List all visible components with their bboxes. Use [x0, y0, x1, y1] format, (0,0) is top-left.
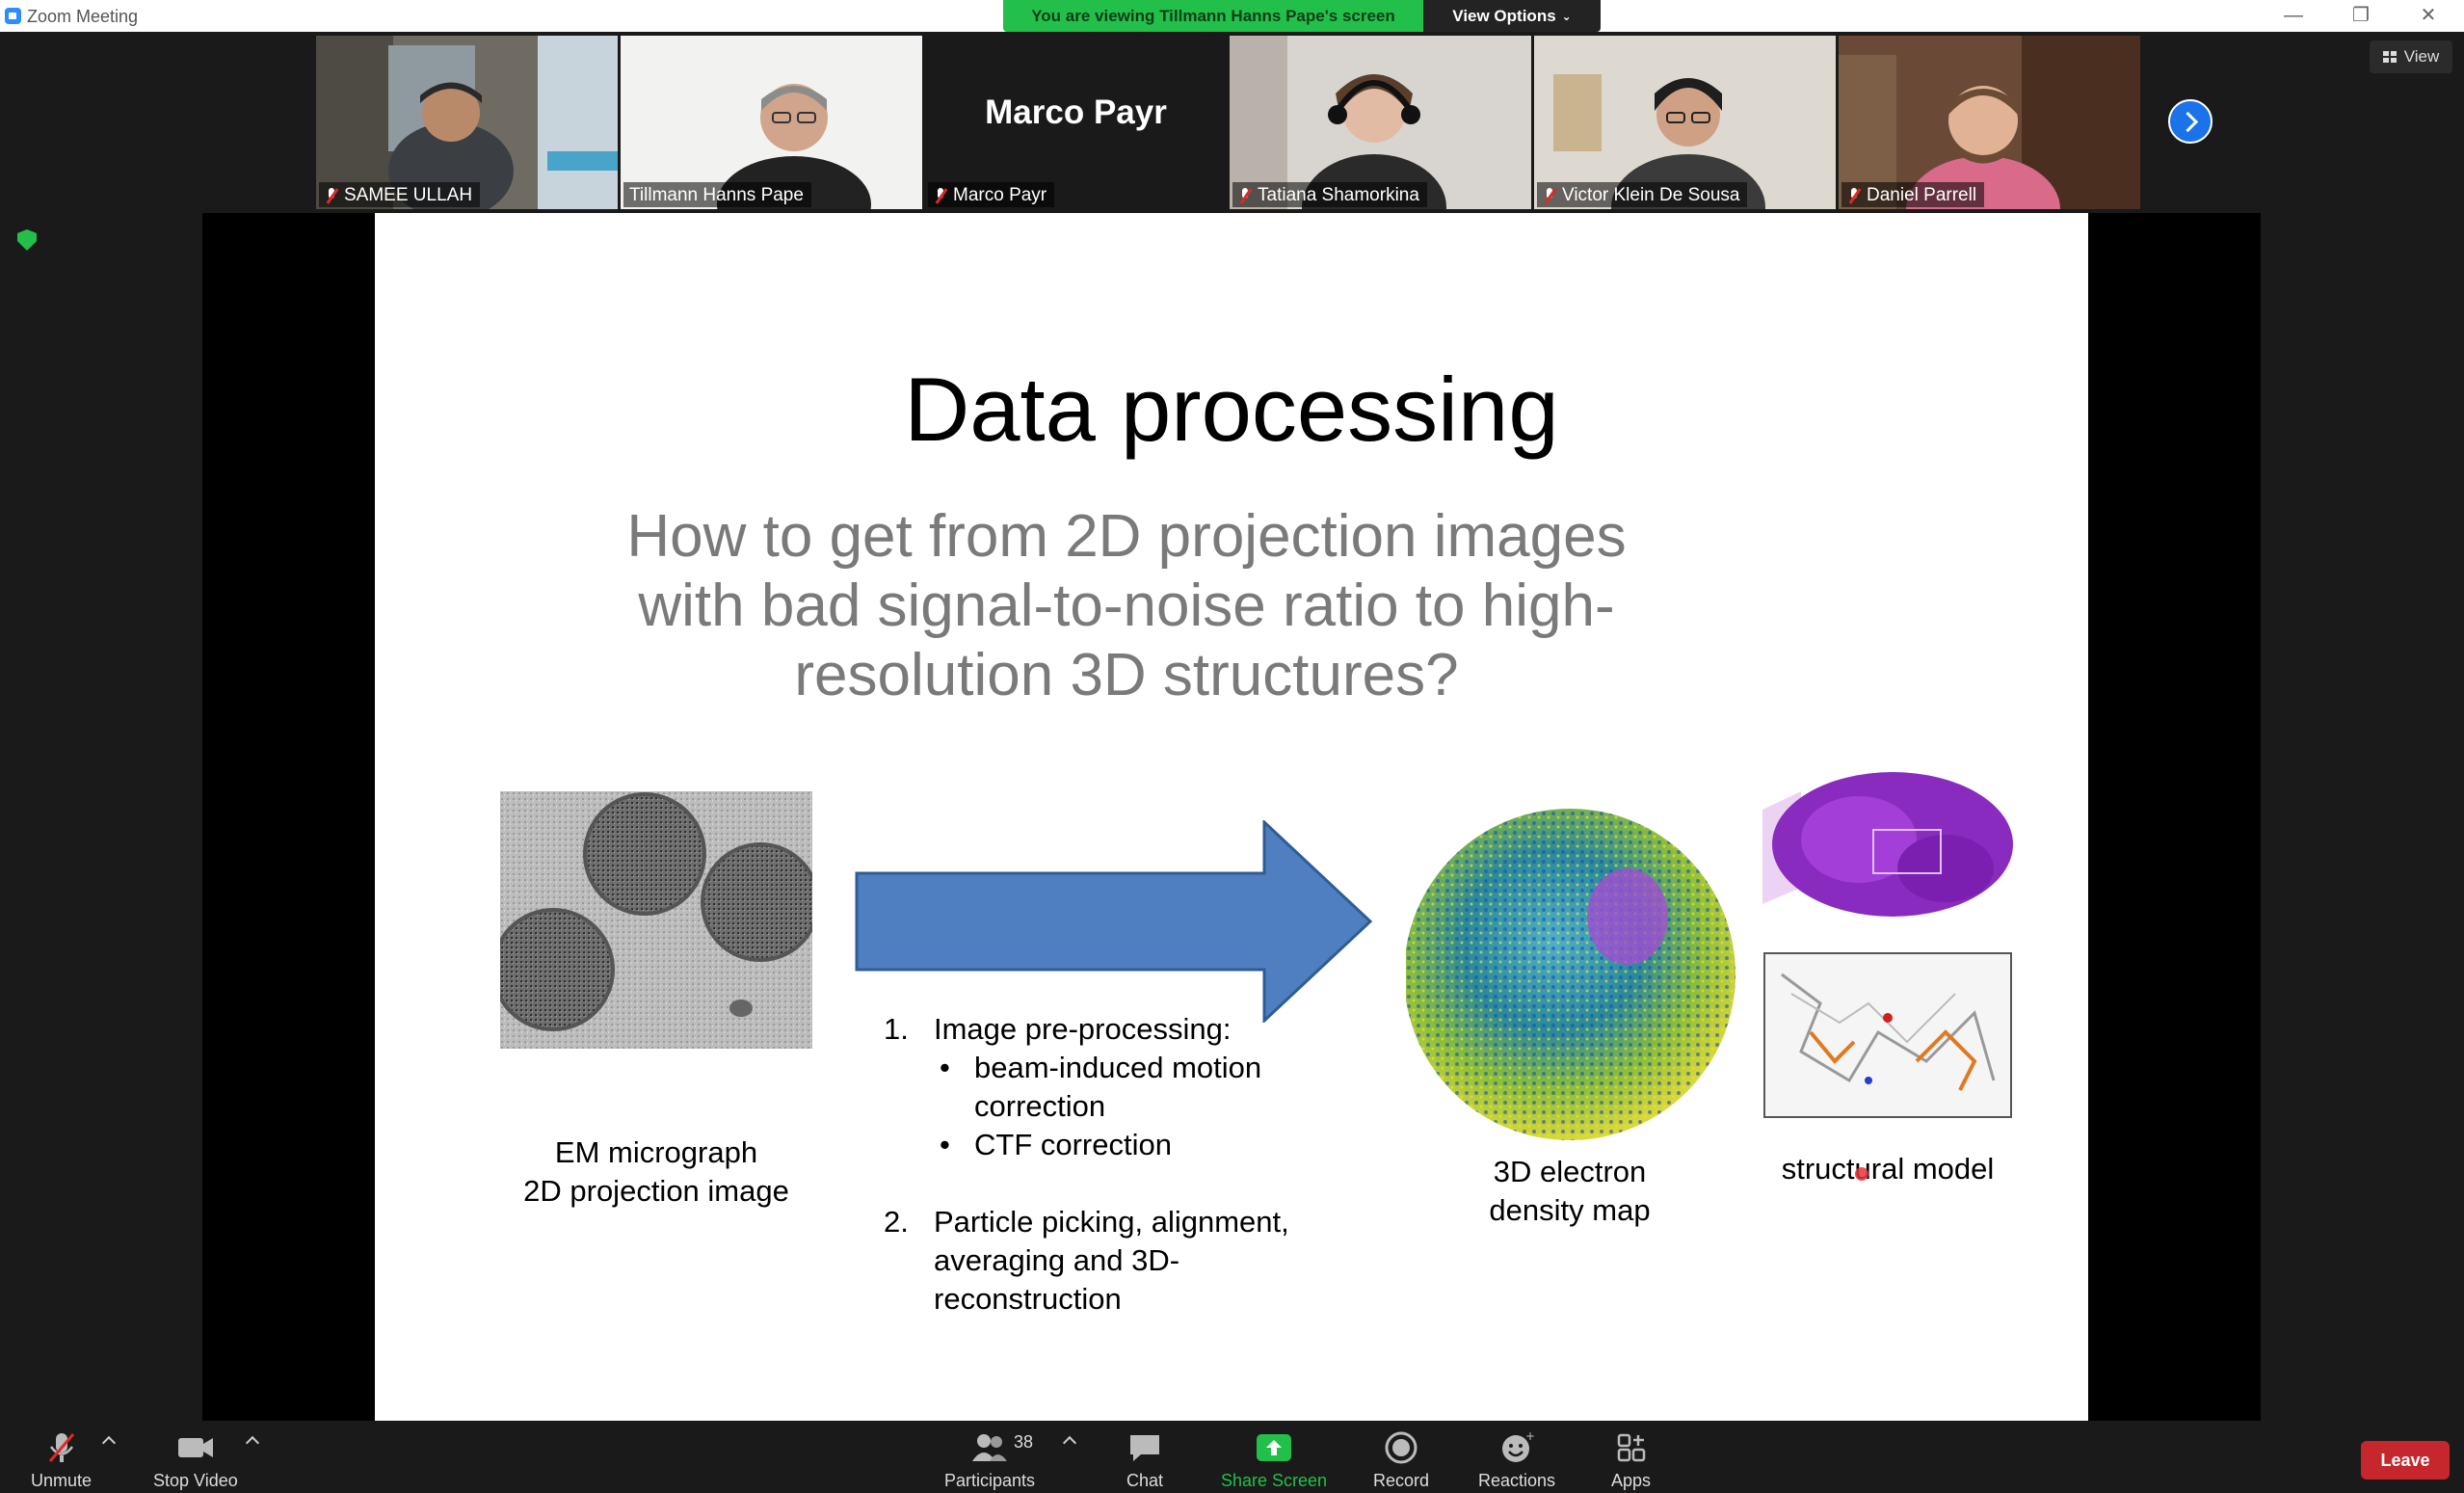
pointer-dot-icon: [1855, 1167, 1868, 1181]
structural-model-caption: structural model: [1781, 1152, 1995, 1186]
density-map-caption: 3D electron density map: [1435, 1153, 1705, 1230]
chat-bubble-icon: [1127, 1430, 1162, 1465]
chat-button[interactable]: Chat: [1126, 1430, 1163, 1491]
unmute-label: Unmute: [31, 1471, 93, 1490]
mic-muted-icon: [1543, 187, 1556, 204]
leave-button[interactable]: Leave: [2361, 1441, 2450, 1480]
apps-grid-icon: [1614, 1430, 1649, 1465]
slide-title: Data processing: [904, 359, 1559, 460]
view-button-label: View: [2403, 47, 2440, 66]
svg-text:+: +: [1525, 1430, 1534, 1443]
meeting-toolbar: Unmute Stop Video 38 Participants Chat S…: [0, 1421, 2464, 1493]
participants-button[interactable]: 38 Participants: [944, 1430, 1035, 1491]
view-options-label: View Options: [1452, 6, 1556, 25]
step2-line3: reconstruction: [934, 1282, 1122, 1316]
mic-muted-icon: [325, 187, 338, 204]
view-button[interactable]: View: [2370, 40, 2452, 73]
apps-button[interactable]: Apps: [1611, 1430, 1651, 1491]
participant-name-tag: SAMEE ULLAH: [319, 182, 481, 207]
participant-display-name: Marco Payr: [985, 93, 1167, 131]
participant-name: Daniel Parrell: [1867, 185, 1977, 205]
participant-tile[interactable]: Daniel Parrell: [1839, 36, 2140, 209]
participants-count: 38: [1014, 1432, 1034, 1452]
participant-name-tag: Marco Payr: [928, 182, 1055, 207]
micrograph-caption-line2: 2D projection image: [523, 1174, 789, 1208]
audio-options-caret-icon[interactable]: [101, 1435, 117, 1451]
participants-options-caret-icon[interactable]: [1062, 1435, 1077, 1451]
share-screen-arrow-icon: [1255, 1430, 1293, 1465]
step1-bullet2: CTF correction: [974, 1128, 1172, 1161]
participants-label: Participants: [944, 1471, 1036, 1490]
reactions-label: Reactions: [1478, 1471, 1556, 1490]
record-button[interactable]: Record: [1373, 1430, 1429, 1491]
participant-tile-active-speaker[interactable]: Tillmann Hanns Pape: [621, 36, 922, 209]
record-label: Record: [1373, 1471, 1430, 1490]
step1-text: Image pre-processing:: [934, 1012, 1232, 1046]
video-options-caret-icon[interactable]: [245, 1435, 260, 1451]
mic-muted-icon: [1238, 187, 1252, 204]
apps-label: Apps: [1611, 1471, 1652, 1490]
chat-label: Chat: [1126, 1471, 1164, 1490]
participant-name-tag: Daniel Parrell: [1841, 182, 1985, 207]
step2-number: 2.: [884, 1205, 909, 1239]
step2-line1: Particle picking, alignment,: [934, 1205, 1289, 1239]
density-map-image: [1406, 809, 1735, 1140]
share-banner-message: You are viewing Tillmann Hanns Pape's sc…: [1003, 0, 1423, 32]
view-options-button[interactable]: View Options ⌄: [1423, 0, 1601, 32]
smiley-reaction-icon: +: [1499, 1430, 1534, 1465]
participant-tile[interactable]: SAMEE ULLAH: [316, 36, 618, 209]
stop-video-button[interactable]: Stop Video: [153, 1430, 238, 1491]
minimize-icon[interactable]: —: [2274, 3, 2313, 28]
participant-name-tag: Tillmann Hanns Pape: [623, 182, 811, 207]
participant-name: Tillmann Hanns Pape: [629, 185, 804, 205]
processing-steps-list: 1. Image pre-processing: • beam-induced mo…: [884, 1010, 1289, 1319]
participant-strip: SAMEE ULLAH Tillmann Hanns Pape Marco Pa…: [316, 36, 2140, 209]
density-caption-line1: 3D electron: [1493, 1155, 1647, 1188]
presentation-slide: Data processing How to get from 2D proje…: [375, 213, 2088, 1421]
unmute-button[interactable]: Unmute: [31, 1430, 92, 1491]
restore-icon[interactable]: ❐: [2342, 3, 2380, 28]
slide-subtitle: How to get from 2D projection images wit…: [626, 503, 1627, 708]
stop-video-label: Stop Video: [153, 1471, 238, 1490]
grid-view-icon: [2382, 51, 2397, 63]
step2-line2: averaging and 3D-: [934, 1243, 1180, 1277]
security-shield-icon[interactable]: [17, 229, 37, 251]
close-icon[interactable]: ✕: [2409, 3, 2448, 28]
share-screen-button[interactable]: Share Screen: [1221, 1430, 1327, 1491]
micrograph-caption: EM micrograph 2D projection image: [471, 1133, 841, 1211]
mic-muted-icon: [44, 1430, 79, 1465]
mic-muted-icon: [1847, 187, 1861, 204]
participant-name-tag: Tatiana Shamorkina: [1232, 182, 1427, 207]
record-icon: [1384, 1430, 1418, 1465]
participant-name: Marco Payr: [953, 185, 1047, 205]
structural-model-image: [1762, 772, 2013, 1118]
video-camera-icon: [176, 1430, 215, 1465]
participant-name: Victor Klein De Sousa: [1562, 185, 1740, 205]
window-title: Zoom Meeting: [27, 7, 139, 26]
share-screen-label: Share Screen: [1221, 1471, 1328, 1490]
participant-tile[interactable]: Marco Payr Marco Payr: [925, 36, 1227, 209]
participant-name: SAMEE ULLAH: [344, 185, 473, 205]
micrograph-caption-line1: EM micrograph: [554, 1135, 758, 1169]
next-page-chevron-right-icon[interactable]: [2168, 99, 2212, 144]
em-micrograph-image: [500, 791, 812, 1049]
chevron-down-icon: ⌄: [1561, 9, 1572, 23]
share-banner: You are viewing Tillmann Hanns Pape's sc…: [1003, 0, 1601, 32]
step1-bullet1-line2: correction: [974, 1089, 1106, 1123]
step1-number: 1.: [884, 1012, 909, 1046]
reactions-button[interactable]: + Reactions: [1478, 1430, 1555, 1491]
step1-bullet1-line1: beam-induced motion: [974, 1051, 1262, 1084]
mic-muted-icon: [934, 187, 947, 204]
participant-tile[interactable]: Victor Klein De Sousa: [1534, 36, 1836, 209]
density-caption-line2: density map: [1489, 1193, 1651, 1227]
participant-name: Tatiana Shamorkina: [1258, 185, 1419, 205]
process-arrow-icon: [855, 820, 1373, 1023]
participants-icon: 38: [970, 1430, 1033, 1465]
participant-tile[interactable]: Tatiana Shamorkina: [1230, 36, 1531, 209]
participant-name-tag: Victor Klein De Sousa: [1537, 182, 1748, 207]
zoom-app-icon: [5, 8, 21, 24]
